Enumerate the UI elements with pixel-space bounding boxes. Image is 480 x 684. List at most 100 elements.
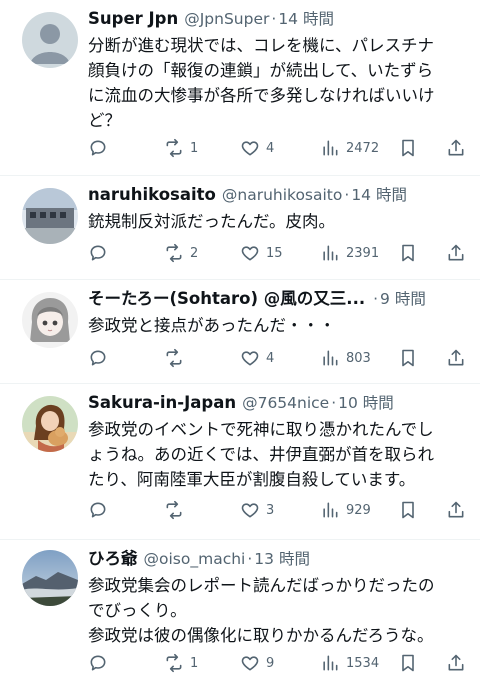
tweet-text: 参政党と接点があったんだ・・・	[88, 316, 336, 335]
avatar[interactable]	[22, 396, 78, 452]
action-bar: 1 9 1534	[88, 652, 466, 674]
views-button[interactable]: 1534	[320, 653, 379, 673]
avatar[interactable]	[22, 12, 78, 68]
user-handle[interactable]: @oiso_machi	[144, 546, 246, 572]
retweet-icon	[166, 500, 182, 520]
like-button[interactable]: 4	[240, 138, 274, 158]
timestamp[interactable]: 13 時間	[254, 546, 310, 572]
action-bar: 4 803	[88, 347, 466, 369]
tweet-text: 参政党集会のレポート読んだばっかりだったの でびっくり。 参政党は彼の偶像化に取…	[88, 576, 435, 645]
view-count: 929	[346, 502, 371, 518]
retweet-button[interactable]: 2	[164, 243, 198, 263]
display-name[interactable]: naruhikosaito	[88, 182, 216, 208]
retweet-button[interactable]: 1	[164, 138, 198, 158]
bookmark-icon	[402, 654, 414, 672]
reply-button[interactable]	[88, 138, 108, 158]
separator-dot: ·	[247, 550, 253, 568]
retweet-count: 2	[190, 245, 199, 261]
views-icon	[323, 245, 338, 261]
views-button[interactable]: 2391	[320, 243, 379, 263]
reply-icon	[90, 502, 106, 518]
share-icon	[448, 654, 464, 671]
avatar[interactable]	[22, 188, 78, 244]
like-count: 9	[266, 655, 275, 671]
user-handle[interactable]: @naruhikosaito	[222, 182, 343, 208]
retweet-count: 1	[190, 140, 199, 156]
tweet[interactable]: Super Jpn @JpnSuper · 14 時間 分断が進む現状では、コレ…	[0, 0, 480, 176]
retweet-button[interactable]	[164, 348, 190, 368]
bookmark-icon	[402, 501, 414, 519]
views-button[interactable]: 2472	[320, 138, 379, 158]
display-name[interactable]: そーたろー(Sohtaro) @風の又三...	[88, 286, 365, 312]
tweet[interactable]: Sakura-in-Japan @7654nice · 10 時間 参政党のイベ…	[0, 384, 480, 540]
heart-icon	[241, 141, 259, 156]
share-button[interactable]	[446, 348, 466, 368]
view-count: 2472	[346, 140, 380, 156]
user-handle[interactable]: @7654nice	[242, 390, 329, 416]
avatar[interactable]	[22, 292, 78, 348]
heart-icon	[241, 656, 259, 671]
bookmark-button[interactable]	[398, 653, 418, 673]
share-button[interactable]	[446, 653, 466, 673]
share-button[interactable]	[446, 243, 466, 263]
timestamp[interactable]: 10 時間	[338, 390, 394, 416]
bookmark-button[interactable]	[398, 138, 418, 158]
reply-button[interactable]	[88, 243, 108, 263]
timestamp[interactable]: 14 時間	[278, 6, 334, 32]
bookmark-button[interactable]	[398, 243, 418, 263]
bookmark-button[interactable]	[398, 500, 418, 520]
reply-button[interactable]	[88, 500, 108, 520]
like-count: 3	[266, 502, 275, 518]
reply-icon	[90, 140, 106, 156]
reply-button[interactable]	[88, 653, 108, 673]
retweet-icon	[166, 348, 182, 368]
separator-dot: ·	[331, 394, 337, 412]
view-count: 2391	[346, 245, 380, 261]
reply-icon	[90, 655, 106, 671]
views-icon	[323, 140, 338, 156]
separator-dot: ·	[344, 186, 350, 204]
share-icon	[448, 139, 464, 156]
timestamp[interactable]: 9 時間	[380, 286, 426, 312]
like-button[interactable]: 15	[240, 243, 283, 263]
views-button[interactable]: 803	[320, 348, 371, 368]
bookmark-button[interactable]	[398, 348, 418, 368]
view-count: 803	[346, 350, 371, 366]
views-button[interactable]: 929	[320, 500, 371, 520]
retweet-icon	[166, 138, 182, 158]
like-count: 15	[266, 245, 283, 261]
retweet-icon	[166, 243, 182, 263]
share-button[interactable]	[446, 138, 466, 158]
retweet-button[interactable]: 1	[164, 653, 198, 673]
tweet-text: 参政党のイベントで死神に取り憑かれたんでし ょうね。あの近くでは、井伊直弼が首を…	[88, 420, 435, 489]
like-button[interactable]: 4	[240, 348, 274, 368]
separator-dot: ·	[271, 10, 277, 28]
share-button[interactable]	[446, 500, 466, 520]
user-handle[interactable]: @JpnSuper	[184, 6, 269, 32]
tweet[interactable]: そーたろー(Sohtaro) @風の又三... · 9 時間 参政党と接点があっ…	[0, 280, 480, 384]
like-count: 4	[266, 140, 275, 156]
retweet-button[interactable]	[164, 500, 190, 520]
tweet[interactable]: naruhikosaito @naruhikosaito · 14 時間 銃規制…	[0, 176, 480, 280]
timestamp[interactable]: 14 時間	[351, 182, 407, 208]
display-name[interactable]: Sakura-in-Japan	[88, 390, 236, 416]
bookmark-icon	[402, 139, 414, 157]
display-name[interactable]: ひろ爺	[88, 546, 138, 572]
like-button[interactable]: 9	[240, 653, 274, 673]
retweet-icon	[166, 653, 182, 673]
action-bar: 2 15 2391	[88, 242, 466, 264]
like-button[interactable]: 3	[240, 500, 274, 520]
display-name[interactable]: Super Jpn	[88, 6, 178, 32]
avatar[interactable]	[22, 550, 78, 606]
tweet[interactable]: ひろ爺 @oiso_machi · 13 時間 参政党集会のレポート読んだばっか…	[0, 540, 480, 684]
separator-dot: ·	[373, 290, 379, 308]
reply-icon	[90, 245, 106, 261]
bookmark-icon	[402, 244, 414, 262]
action-bar: 1 4 2472	[88, 137, 466, 159]
reply-button[interactable]	[88, 348, 108, 368]
share-icon	[448, 244, 464, 261]
tweet-text: 分断が進む現状では、コレを機に、パレスチナ 顔負けの「報復の連鎖」が続出して、い…	[88, 36, 435, 130]
heart-icon	[241, 246, 259, 261]
view-count: 1534	[346, 655, 380, 671]
bookmark-icon	[402, 349, 414, 367]
